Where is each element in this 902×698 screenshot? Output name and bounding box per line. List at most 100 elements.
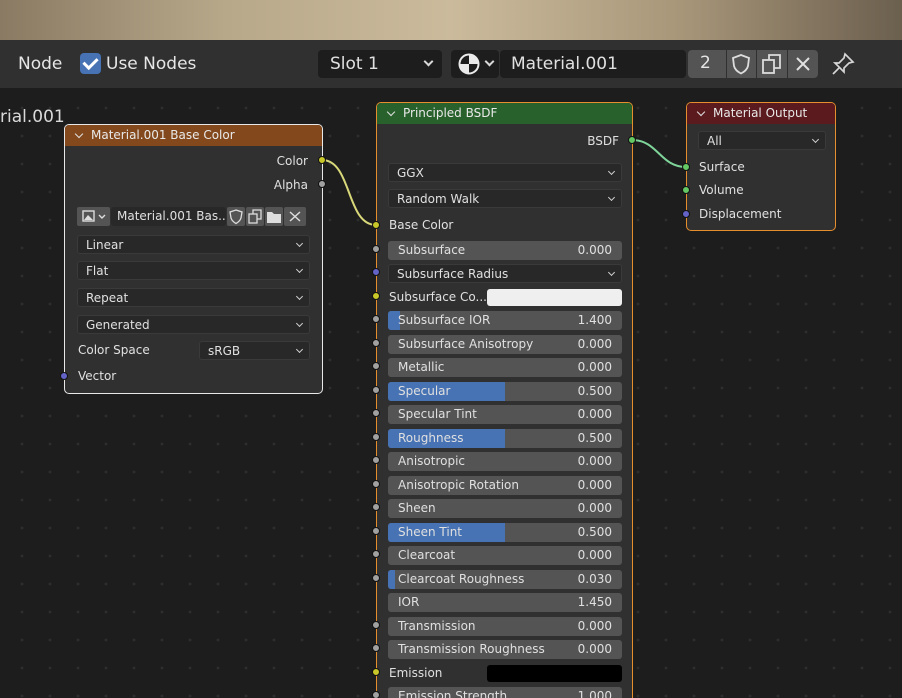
chevron-down-icon [607, 268, 616, 277]
sheen-tint-field[interactable]: Sheen Tint 0.500 [388, 523, 622, 542]
subsurface-color-swatch[interactable] [487, 289, 622, 306]
close-icon [289, 211, 301, 222]
transmission-roughness-field[interactable]: Transmission Roughness 0.000 [388, 640, 622, 659]
transmission-value: 0.000 [577, 619, 612, 633]
volume-input-label: Volume [699, 183, 744, 197]
bsdf-input-socket[interactable] [372, 574, 380, 582]
bsdf-input-socket[interactable] [372, 644, 380, 652]
bsdf-input-socket[interactable] [372, 503, 380, 511]
bsdf-input-socket[interactable] [372, 339, 380, 347]
surface-input-label: Surface [699, 160, 745, 174]
output-color-label: Color [276, 154, 308, 168]
bsdf-input-socket[interactable] [372, 433, 380, 441]
anisotropic-rotation-value: 0.000 [577, 478, 612, 492]
bsdf-node-header[interactable]: Principled BSDF [377, 103, 632, 124]
bsdf-input-socket[interactable] [372, 245, 380, 253]
bsdf-node-title: Principled BSDF [403, 106, 498, 120]
metallic-field[interactable]: Metallic 0.000 [388, 358, 622, 377]
image-name-field[interactable]: Material.001 Bas... [111, 207, 226, 226]
ior-field[interactable]: IOR 1.450 [388, 593, 622, 612]
subsurface-radius-dropdown[interactable]: Subsurface Radius [388, 264, 622, 283]
specular-field[interactable]: Specular 0.500 [388, 382, 622, 401]
color-output-socket[interactable] [318, 156, 326, 164]
ior-value: 1.450 [577, 595, 612, 609]
collapse-icon[interactable] [74, 129, 84, 139]
image-unlink-button[interactable] [284, 207, 306, 226]
image-fake-user-button[interactable] [227, 207, 245, 226]
roughness-field[interactable]: Roughness 0.500 [388, 429, 622, 448]
clearcoat-field[interactable]: Clearcoat 0.000 [388, 546, 622, 565]
specular-tint-field[interactable]: Specular Tint 0.000 [388, 405, 622, 424]
base-color-input-socket[interactable] [372, 221, 380, 229]
bsdf-input-socket[interactable] [372, 621, 380, 629]
input-vector-label: Vector [78, 369, 117, 383]
bsdf-input-socket[interactable] [372, 362, 380, 370]
chevron-down-icon [295, 239, 304, 248]
subsurface-anisotropy-value: 0.000 [577, 337, 612, 351]
output-node-title: Material Output [713, 106, 808, 120]
sheen-tint-label: Sheen Tint [398, 525, 463, 539]
extension-dropdown[interactable]: Repeat [77, 288, 310, 307]
image-new-button[interactable] [246, 207, 264, 226]
bsdf-input-socket[interactable] [372, 268, 380, 276]
subsurface-anisotropy-field[interactable]: Subsurface Anisotropy 0.000 [388, 335, 622, 354]
bsdf-input-socket[interactable] [372, 456, 380, 464]
interpolation-dropdown[interactable]: Linear [77, 235, 310, 254]
anisotropic-rotation-field[interactable]: Anisotropic Rotation 0.000 [388, 476, 622, 495]
roughness-value: 0.500 [577, 431, 612, 445]
image-node-header[interactable]: Material.001 Base Color [65, 125, 322, 146]
bsdf-input-socket[interactable] [372, 292, 380, 300]
image-browse-button[interactable] [77, 207, 110, 226]
material-output-node[interactable]: Material Output All Surface Volume Displ… [686, 102, 836, 231]
bsdf-input-socket[interactable] [372, 668, 380, 676]
distribution-dropdown[interactable]: GGX [388, 163, 622, 182]
projection-dropdown[interactable]: Flat [77, 261, 310, 280]
vector-input-socket[interactable] [60, 372, 68, 380]
displacement-input-socket[interactable] [682, 210, 690, 218]
alpha-output-socket[interactable] [318, 180, 326, 188]
output-node-header[interactable]: Material Output [687, 103, 835, 124]
transmission-field[interactable]: Transmission 0.000 [388, 617, 622, 636]
image-open-button[interactable] [265, 207, 283, 226]
anisotropic-rotation-label: Anisotropic Rotation [398, 478, 520, 492]
bsdf-input-socket[interactable] [372, 480, 380, 488]
clearcoat-label: Clearcoat [398, 548, 456, 562]
image-node-title: Material.001 Base Color [91, 128, 235, 142]
bsdf-input-socket[interactable] [372, 315, 380, 323]
chevron-down-icon [295, 265, 304, 274]
emission-strength-value: 1.000 [577, 689, 612, 698]
surface-input-socket[interactable] [682, 163, 690, 171]
image-texture-node[interactable]: Material.001 Base Color Color Alpha Mate… [64, 124, 323, 394]
sheen-label: Sheen [398, 501, 436, 515]
folder-icon [267, 212, 281, 223]
render-target-dropdown[interactable]: All [698, 131, 826, 150]
color-space-label: Color Space [78, 343, 150, 357]
subsurface-ior-field[interactable]: Subsurface IOR 1.400 [388, 311, 622, 330]
subsurface-color-label: Subsurface Co... [389, 290, 487, 304]
collapse-icon[interactable] [386, 107, 396, 117]
metallic-label: Metallic [398, 360, 445, 374]
emission-strength-field[interactable]: Emission Strength 1.000 [388, 687, 622, 698]
source-dropdown[interactable]: Generated [77, 315, 310, 334]
collapse-icon[interactable] [696, 107, 706, 117]
subsurface-method-dropdown[interactable]: Random Walk [388, 189, 622, 208]
subsurface-radius-label: Subsurface Radius [397, 267, 509, 281]
anisotropic-field[interactable]: Anisotropic 0.000 [388, 452, 622, 471]
sheen-field[interactable]: Sheen 0.000 [388, 499, 622, 518]
bsdf-input-socket[interactable] [372, 527, 380, 535]
clearcoat-value: 0.000 [577, 548, 612, 562]
bsdf-output-socket[interactable] [628, 136, 636, 144]
bsdf-input-socket[interactable] [372, 409, 380, 417]
subsurface-ior-value: 1.400 [577, 313, 612, 327]
specular-tint-value: 0.000 [577, 407, 612, 421]
bsdf-input-socket[interactable] [372, 386, 380, 394]
emission-color-swatch[interactable] [487, 665, 622, 682]
bsdf-input-socket[interactable] [372, 550, 380, 558]
clearcoat-roughness-field[interactable]: Clearcoat Roughness 0.030 [388, 570, 622, 589]
principled-bsdf-node[interactable]: Principled BSDF BSDF GGX Random Walk Bas… [376, 102, 633, 698]
volume-input-socket[interactable] [682, 186, 690, 194]
subsurface-field[interactable]: Subsurface 0.000 [388, 241, 622, 260]
color-space-dropdown[interactable]: sRGB [199, 341, 310, 360]
anisotropic-value: 0.000 [577, 454, 612, 468]
bsdf-input-socket[interactable] [372, 691, 380, 698]
